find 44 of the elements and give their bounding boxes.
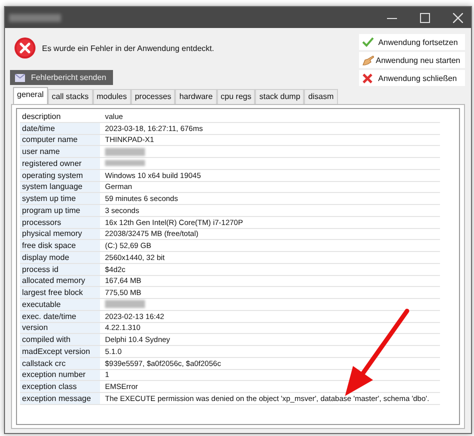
table-cell: compiled with bbox=[20, 334, 100, 345]
table-cell: display mode bbox=[20, 252, 100, 263]
table-cell: exception number bbox=[20, 370, 100, 380]
table-cell: program up time bbox=[20, 205, 100, 216]
tab[interactable]: processes bbox=[130, 89, 176, 104]
table-cell: exec. date/time bbox=[20, 310, 100, 322]
tab[interactable]: general bbox=[13, 87, 48, 104]
action-button[interactable]: Anwendung fortsetzen bbox=[359, 34, 465, 50]
table-cell: callstack crc bbox=[20, 358, 100, 368]
tab[interactable]: modules bbox=[92, 89, 131, 104]
send-report-button[interactable]: Fehlerbericht senden bbox=[10, 70, 114, 85]
pointing-hand-icon bbox=[362, 54, 374, 66]
error-icon bbox=[14, 37, 36, 59]
cross-icon bbox=[362, 72, 373, 84]
table-cell: system up time bbox=[20, 193, 100, 204]
action-button[interactable]: Anwendung neu starten bbox=[359, 52, 465, 68]
tab[interactable]: hardware bbox=[175, 89, 217, 104]
table-cell: processors bbox=[20, 216, 100, 228]
table-cell: user name bbox=[20, 146, 100, 157]
action-button[interactable]: Anwendung schließen bbox=[359, 70, 465, 86]
table-cell: date/time bbox=[20, 122, 100, 134]
table-cell: exception class bbox=[20, 381, 100, 392]
table-cell: free disk space bbox=[20, 240, 100, 251]
maximize-icon[interactable] bbox=[420, 12, 430, 22]
table-cell: madExcept version bbox=[20, 346, 100, 357]
table-cell: system language bbox=[20, 182, 100, 192]
table-cell: registered owner bbox=[20, 158, 100, 169]
table-cell: operating system bbox=[20, 170, 100, 180]
envelope-icon bbox=[15, 74, 25, 82]
table-cell: allocated memory bbox=[20, 276, 100, 286]
table-cell: executable bbox=[20, 299, 100, 310]
table-cell: physical memory bbox=[20, 228, 100, 240]
tab[interactable]: stack dump bbox=[255, 89, 304, 104]
table-cell: largest free block bbox=[20, 287, 100, 298]
tab[interactable]: disasm bbox=[304, 89, 338, 104]
table-cell: version bbox=[20, 322, 100, 334]
close-icon[interactable] bbox=[453, 12, 463, 22]
tab[interactable]: cpu regs bbox=[216, 89, 256, 104]
tab[interactable]: call stacks bbox=[48, 89, 93, 104]
check-icon bbox=[362, 37, 374, 47]
table-cell: computer name bbox=[20, 134, 100, 146]
table-cell: process id bbox=[20, 264, 100, 274]
table-cell: exception message bbox=[20, 393, 100, 404]
error-message: Es wurde ein Fehler in der Anwendung entdeckt. bbox=[42, 44, 214, 52]
